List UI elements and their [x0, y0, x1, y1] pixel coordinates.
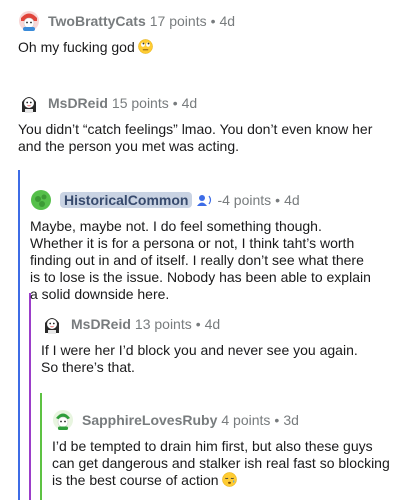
points: -4 points	[217, 192, 272, 208]
comment-header: MsDReid 13 points • 4d	[41, 312, 376, 336]
username[interactable]: MsDReid	[71, 316, 131, 332]
username[interactable]: MsDReid	[48, 95, 108, 111]
separator: •	[195, 316, 201, 332]
age: 4d	[284, 192, 300, 208]
comment-header: MsDReid 15 points • 4d	[18, 91, 388, 115]
comment: SapphireLovesRuby 4 points • 3d I’d be t…	[52, 408, 392, 489]
comment: MsDReid 13 points • 4d If I were her I’d…	[41, 312, 376, 376]
points: 13 points	[134, 316, 192, 332]
comment-body: I’d be tempted to drain him first, but a…	[52, 438, 392, 489]
username[interactable]: SapphireLovesRuby	[82, 412, 217, 428]
original-poster-icon	[197, 195, 212, 206]
comment-header: TwoBrattyCats 17 points • 4d	[18, 9, 388, 33]
username[interactable]: TwoBrattyCats	[48, 13, 146, 29]
comment: MsDReid 15 points • 4d You didn’t “catch…	[18, 91, 388, 155]
face-with-rolling-eyes-icon	[137, 39, 153, 54]
comment-body: Maybe, maybe not. I do feel something th…	[30, 218, 371, 302]
age: 4d	[219, 13, 236, 29]
points: 4 points	[221, 412, 271, 428]
comment-header: HistoricalCommon -4 points • 4d	[30, 188, 376, 212]
comment-body: You didn’t “catch feelings” lmao. You do…	[18, 121, 373, 154]
comment-text: Oh my fucking god	[18, 39, 135, 55]
avatar[interactable]	[18, 10, 40, 32]
sleepy-face-icon	[221, 472, 237, 487]
comment-body: If I were her I’d block you and never se…	[41, 342, 358, 375]
comment: TwoBrattyCats 17 points • 4d Oh my fucki…	[18, 9, 388, 56]
thread-line-level-2[interactable]	[29, 293, 31, 500]
thread-line-level-3[interactable]	[40, 393, 42, 500]
separator: •	[210, 13, 216, 29]
avatar[interactable]	[30, 189, 52, 211]
age: 4d	[204, 316, 221, 332]
username[interactable]: HistoricalCommon	[60, 192, 193, 208]
avatar[interactable]	[41, 313, 63, 335]
separator: •	[275, 192, 281, 208]
comment-body: Oh my fucking god	[18, 39, 388, 56]
comment-header: SapphireLovesRuby 4 points • 3d	[52, 408, 392, 432]
comment: HistoricalCommon -4 points • 4d Maybe, m…	[30, 188, 376, 303]
separator: •	[172, 95, 178, 111]
avatar[interactable]	[18, 92, 40, 114]
points: 15 points	[111, 95, 169, 111]
thread-line-level-1[interactable]	[18, 170, 20, 500]
age: 4d	[181, 95, 198, 111]
age: 3d	[283, 412, 299, 428]
avatar[interactable]	[52, 409, 74, 431]
points: 17 points	[149, 13, 207, 29]
separator: •	[274, 412, 280, 428]
